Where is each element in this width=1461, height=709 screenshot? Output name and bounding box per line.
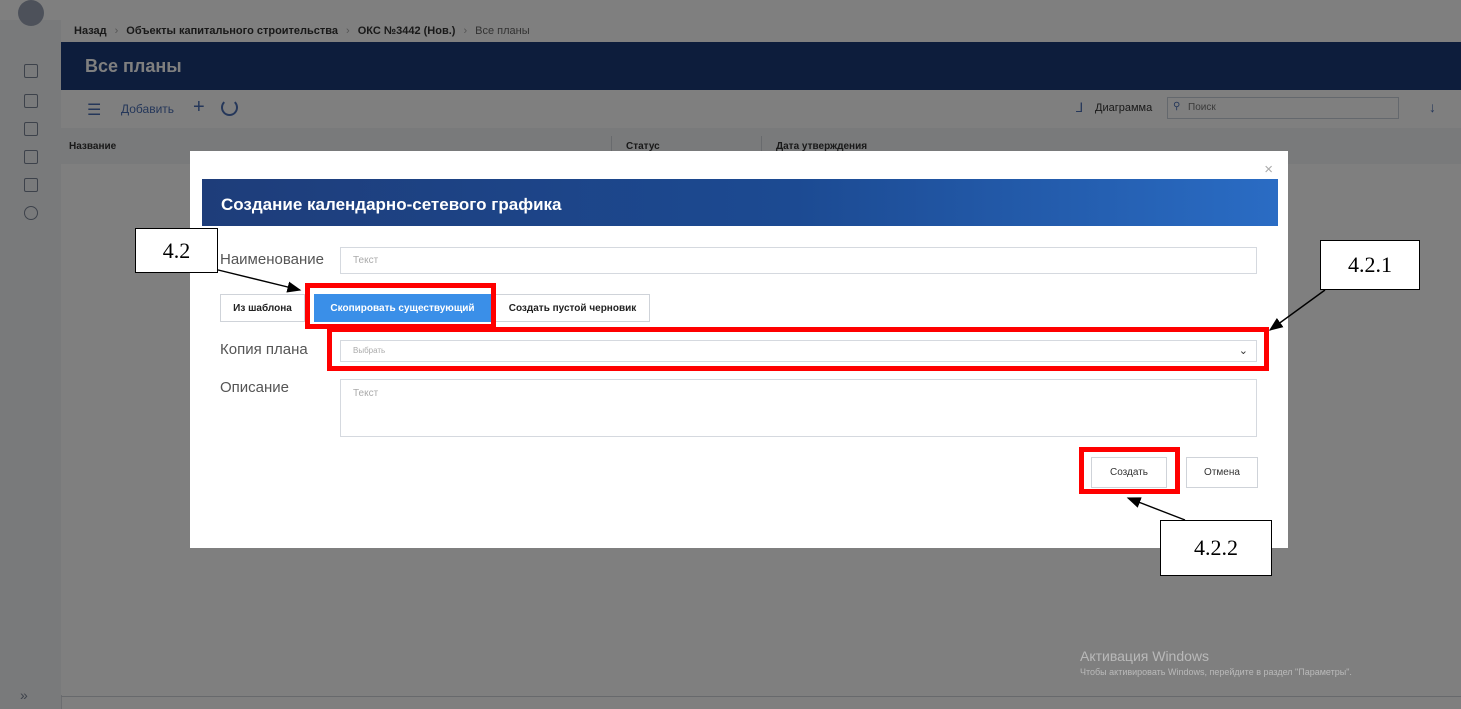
arrow-4-2-2 <box>1126 497 1186 521</box>
arrow-4-2 <box>209 267 302 293</box>
windows-activation-title: Активация Windows <box>1080 648 1210 664</box>
callout-4-2-2: 4.2.2 <box>1160 520 1272 576</box>
arrow-4-2-1 <box>1268 289 1326 331</box>
windows-activation-text: Чтобы активировать Windows, перейдите в … <box>1080 667 1352 677</box>
callout-4-2: 4.2 <box>135 228 218 273</box>
callout-4-2-1: 4.2.1 <box>1320 240 1420 290</box>
annotation-arrows <box>209 267 1326 521</box>
